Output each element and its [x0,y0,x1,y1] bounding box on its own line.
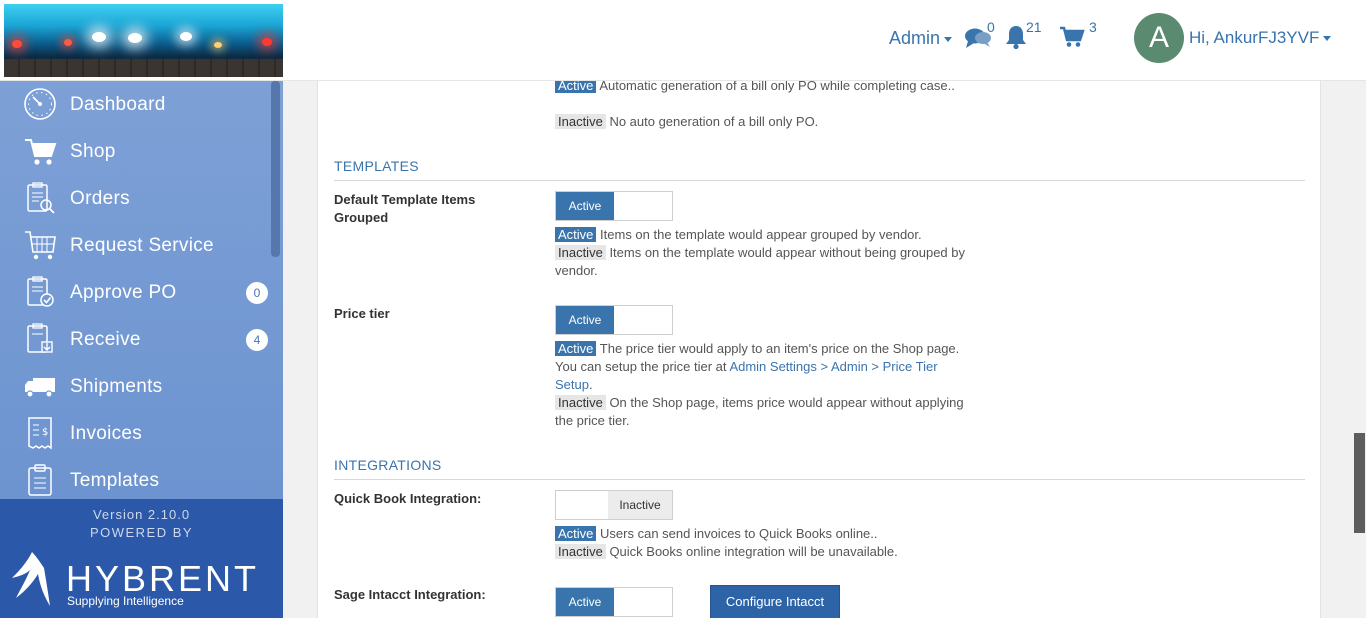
active-tag: Active [555,341,597,356]
quickbook-integration-label: Quick Book Integration: [334,491,482,506]
active-tag: Active [555,81,597,93]
cart-icon [25,139,57,165]
inactive-tag: Inactive [555,395,606,410]
sidebar-item-request-service[interactable]: Request Service [0,222,270,269]
price-tier-inactive-desc: Inactive On the Shop page, items price w… [555,395,964,428]
sidebar-item-label: Shipments [70,376,163,397]
truck-icon [25,378,55,398]
main-content: Active Automatic generation of a bill on… [283,81,1353,618]
price-tier-active-desc: Active The price tier would apply to an … [555,341,960,392]
sidebar-item-shop[interactable]: Shop [0,128,270,175]
clipboard-icon [28,464,52,496]
toggle-state: Active [556,306,614,334]
user-greeting: Hi, AnkurFJ3YVF [1189,28,1320,47]
bill-only-active-desc: Active Automatic generation of a bill on… [555,81,975,95]
avatar[interactable]: A [1134,13,1184,63]
receive-badge: 4 [246,329,268,351]
sidebar-item-shipments[interactable]: Shipments [0,363,270,410]
hybrent-bird-icon [12,552,50,606]
admin-dropdown[interactable]: Admin [889,28,953,49]
section-divider [334,180,1305,181]
sidebar-item-label: Approve PO [70,282,177,303]
sidebar-item-dashboard[interactable]: Dashboard [0,81,270,128]
admin-label: Admin [889,28,941,48]
active-tag: Active [555,526,597,541]
price-tier-label: Price tier [334,306,390,321]
sage-intacct-integration-label: Sage Intacct Integration: [334,587,486,602]
default-template-items-grouped-toggle[interactable]: Active [555,191,673,221]
header-logo-image[interactable] [4,4,283,77]
chevron-down-icon [1323,36,1332,42]
sidebar-item-label: Request Service [70,235,214,256]
price-tier-toggle[interactable]: Active [555,305,673,335]
sidebar: Dashboard Shop Orders Request Service Ap… [0,81,283,499]
dashboard-icon [24,88,56,120]
page-scrollbar-thumb[interactable] [1354,433,1365,533]
sidebar-item-templates[interactable]: Templates [0,457,270,499]
chevron-down-icon [944,36,953,42]
quickbook-active-desc: Active Users can send invoices to Quick … [555,525,975,543]
inactive-tag: Inactive [555,114,606,129]
settings-card: Active Automatic generation of a bill on… [317,81,1321,618]
inactive-tag: Inactive [555,245,606,260]
receive-icon [27,323,53,353]
sidebar-item-receive[interactable]: Receive 4 [0,316,270,363]
brand-tagline: Supplying Intelligence [67,594,184,608]
integrations-heading: INTEGRATIONS [334,457,442,473]
sidebar-item-approve-po[interactable]: Approve PO 0 [0,269,270,316]
user-menu[interactable]: Hi, AnkurFJ3YVF [1189,28,1332,48]
sage-intacct-toggle[interactable]: Active [555,587,673,617]
approve-po-icon [27,276,54,307]
svg-text:$: $ [42,427,48,438]
sidebar-item-label: Shop [70,141,116,162]
cart-count: 3 [1089,19,1097,35]
sidebar-item-invoices[interactable]: $ Invoices [0,410,270,457]
top-header: Admin 0 21 3 A Hi, AnkurFJ3YVF [0,0,1366,81]
request-service-icon [25,231,56,260]
toggle-state: Inactive [608,491,672,519]
powered-by-text: POWERED BY [89,525,194,540]
templates-heading: TEMPLATES [334,158,419,174]
quickbook-integration-toggle[interactable]: Inactive [555,490,673,520]
messages-count: 0 [987,19,995,35]
default-grouped-inactive-desc: Inactive Items on the template would app… [555,245,966,278]
invoice-icon: $ [28,417,52,450]
sidebar-item-label: Orders [70,188,130,209]
toggle-state: Active [556,192,614,220]
sidebar-item-orders[interactable]: Orders [0,175,270,222]
sidebar-scrollbar[interactable] [271,81,280,257]
orders-icon [27,182,55,214]
sidebar-item-label: Templates [70,470,160,491]
page-scrollbar-track[interactable] [1353,81,1366,618]
bell-icon[interactable] [1004,24,1028,50]
toggle-state: Active [556,588,614,616]
active-tag: Active [555,227,597,242]
notifications-count: 21 [1026,19,1042,35]
sidebar-item-label: Receive [70,329,141,350]
section-divider [334,479,1305,480]
inactive-tag: Inactive [555,544,606,559]
default-template-items-grouped-label: Default Template Items Grouped [334,192,476,225]
version-text: Version 2.10.0 [92,507,191,522]
bill-only-inactive-desc: Inactive No auto generation of a bill on… [555,113,975,131]
cart-icon[interactable] [1059,26,1085,48]
sidebar-item-label: Dashboard [70,94,166,115]
quickbook-inactive-desc: Inactive Quick Books online integration … [555,543,975,561]
approve-po-badge: 0 [246,282,268,304]
configure-intacct-button[interactable]: Configure Intacct [710,585,840,618]
default-grouped-active-desc: Active Items on the template would appea… [555,226,975,244]
sidebar-item-label: Invoices [70,423,143,444]
